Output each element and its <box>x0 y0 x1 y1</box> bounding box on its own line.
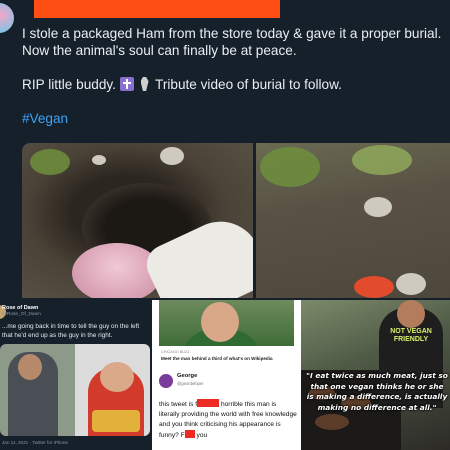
display-name: Rose of Dawn <box>2 305 39 311</box>
grilled-meat <box>315 414 349 430</box>
george-tweet: CHICAGO BUZZ Meet the man behind a third… <box>155 300 298 450</box>
tweet-rip-text: RIP little buddy. <box>22 77 116 92</box>
covered-grave-photo[interactable] <box>256 143 450 298</box>
redaction-bar <box>184 430 195 438</box>
user-avatar[interactable] <box>0 3 14 33</box>
tweet-text: this tweet is f horrible this man is lit… <box>159 399 297 441</box>
man-head <box>201 302 239 342</box>
vegan-tweet: I stole a packaged Ham from the store to… <box>0 0 450 300</box>
tweet-tribute-text: Tribute video of burial to follow. <box>155 77 342 92</box>
display-name: George <box>177 373 198 379</box>
meme-collage-row: Rose of Dawn @Rose_Of_Dawn ...me going b… <box>0 300 450 450</box>
fries-tray <box>92 410 140 432</box>
meat-eater-meme: NOT VEGAN FRIENDLY "I eat twice as much … <box>301 300 450 450</box>
latin-cross-icon <box>119 77 134 91</box>
meme-quote: "I eat twice as much meat, just so that … <box>306 371 448 412</box>
red-object <box>354 276 394 298</box>
avatar[interactable] <box>159 374 173 388</box>
tweet-text-start: this tweet is f <box>159 401 198 408</box>
stone <box>364 197 392 217</box>
shirt-slogan: NOT VEGAN FRIENDLY <box>390 328 432 343</box>
stone <box>160 147 184 165</box>
weed-plant <box>30 149 70 175</box>
weed-plant <box>352 145 412 175</box>
rose-of-dawn-tweet: Rose of Dawn @Rose_Of_Dawn ...me going b… <box>0 300 152 450</box>
article-photo[interactable] <box>159 300 294 346</box>
tweet-body: I stole a packaged Ham from the store to… <box>22 25 447 144</box>
burial-hole-photo[interactable] <box>22 143 253 298</box>
article-headline[interactable]: Meet the man behind a third of what's on… <box>161 356 291 361</box>
man-face <box>100 362 134 392</box>
redaction-bar <box>197 399 220 407</box>
weed-plant <box>260 147 320 187</box>
man-head <box>397 300 425 328</box>
stone <box>396 273 426 295</box>
tweet-text-end: you <box>196 432 208 439</box>
tweet-line-1: I stole a packaged Ham from the store to… <box>22 26 442 41</box>
comparison-photo[interactable] <box>0 344 150 436</box>
vegan-hashtag-link[interactable]: #Vegan <box>22 111 68 126</box>
article-source: CHICAGO BUZZ <box>161 350 190 354</box>
user-handle: @geordelriper <box>177 381 204 386</box>
tweet-line-2: Now the animal's soul can finally be at … <box>22 43 297 58</box>
tweet-date: Jan 11, 2021 · Twitter for iPhone <box>2 440 68 445</box>
stone <box>92 155 106 165</box>
coffin-icon <box>138 77 152 91</box>
tweet-text: ...me going back in time to tell the guy… <box>2 323 140 339</box>
violinist-face <box>18 354 42 380</box>
user-handle: @Rose_Of_Dawn <box>2 312 41 317</box>
censored-username <box>34 0 280 18</box>
